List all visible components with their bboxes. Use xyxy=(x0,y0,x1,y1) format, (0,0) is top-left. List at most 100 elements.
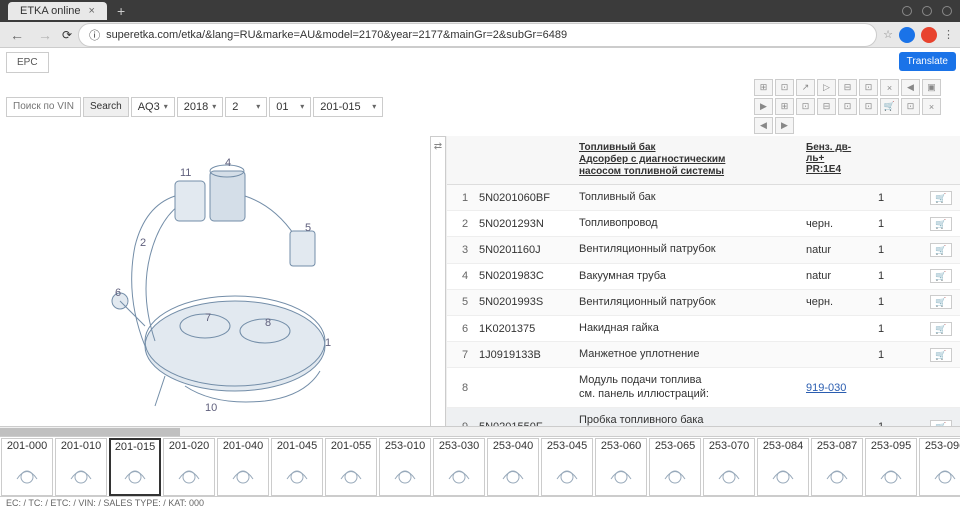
tool-icon[interactable]: ⊡ xyxy=(901,98,920,115)
star-icon[interactable]: ☆ xyxy=(883,28,893,41)
illustration-select[interactable]: 201-015▾ xyxy=(313,97,383,117)
thumbnail[interactable]: 253-045 xyxy=(541,438,593,496)
tool-icon[interactable]: ⊡ xyxy=(775,79,794,96)
thumbnail[interactable]: 201-010 xyxy=(55,438,107,496)
thumbnail[interactable]: 201-000 xyxy=(1,438,53,496)
svg-text:6: 6 xyxy=(115,287,121,299)
tool-icon[interactable]: × xyxy=(880,79,899,96)
new-tab-button[interactable]: + xyxy=(117,3,125,19)
menu-icon[interactable]: ⋮ xyxy=(943,28,954,41)
add-cart-button[interactable]: 🛒 xyxy=(930,348,951,362)
add-cart-button[interactable]: 🛒 xyxy=(930,191,951,205)
browser-titlebar: ETKA online × + xyxy=(0,0,960,22)
ext-icon-2[interactable] xyxy=(921,27,937,43)
page-content: EPC Translate Search AQ3▾ 2018▾ 2▾ 01▾ 2… xyxy=(0,48,960,512)
reload-icon[interactable]: ⟳ xyxy=(62,28,72,42)
thumbnail[interactable]: 253-040 xyxy=(487,438,539,496)
prev-icon[interactable]: ◀ xyxy=(901,79,920,96)
svg-text:2: 2 xyxy=(140,237,146,249)
thumbnail-strip[interactable]: 201-000201-010201-015201-020201-040201-0… xyxy=(0,436,960,496)
back-icon[interactable]: ← xyxy=(6,27,28,43)
thumbnail[interactable]: 201-020 xyxy=(163,438,215,496)
table-row[interactable]: 8Модуль подачи топлива см. панель иллюст… xyxy=(447,368,960,407)
status-bar: EC: / TC: / ETC: / VIN: / SALES TYPE: / … xyxy=(0,496,960,512)
cart-icon[interactable]: 🛒 xyxy=(880,98,899,115)
next-icon[interactable]: ▶ xyxy=(754,98,773,115)
tool-icon[interactable]: ⊞ xyxy=(754,79,773,96)
epc-button[interactable]: EPC xyxy=(6,52,49,73)
close-window-icon[interactable] xyxy=(942,6,952,16)
close-icon[interactable]: × xyxy=(89,5,95,17)
table-row[interactable]: 25N0201293NТопливопроводчерн.1🛒 xyxy=(447,211,960,237)
add-cart-button[interactable]: 🛒 xyxy=(930,217,951,231)
parts-table: Топливный бак Адсорбер с диагностическим… xyxy=(446,136,960,436)
table-row[interactable]: 61K0201375Накидная гайка1🛒 xyxy=(447,316,960,342)
thumbnail[interactable]: 201-040 xyxy=(217,438,269,496)
thumbnail[interactable]: 201-045 xyxy=(271,438,323,496)
thumbnail[interactable]: 253-087 xyxy=(811,438,863,496)
tool-icon[interactable]: ⊡ xyxy=(838,98,857,115)
parts-diagram[interactable]: 1146 257 8110 xyxy=(0,136,430,436)
vin-search-input[interactable] xyxy=(6,97,81,117)
prev-icon[interactable]: ◀ xyxy=(754,117,773,134)
header-desc: Топливный бак Адсорбер с диагностическим… xyxy=(579,142,806,178)
nav-icon[interactable]: ▣ xyxy=(922,79,941,96)
thumbnail[interactable]: 253-096 xyxy=(919,438,960,496)
add-cart-button[interactable]: 🛒 xyxy=(930,295,951,309)
url-input[interactable]: ⓘ superetka.com/etka/&lang=RU&marke=AU&m… xyxy=(78,23,877,47)
group-select[interactable]: 2▾ xyxy=(225,97,267,117)
chevron-down-icon: ▾ xyxy=(212,102,216,111)
thumbnail[interactable]: 253-030 xyxy=(433,438,485,496)
thumbnail[interactable]: 253-070 xyxy=(703,438,755,496)
tool-icon[interactable]: ⊡ xyxy=(859,79,878,96)
tool-icon[interactable]: ⊟ xyxy=(838,79,857,96)
svg-text:8: 8 xyxy=(265,317,271,329)
panel-toggle[interactable]: ⇄ xyxy=(430,136,446,436)
add-cart-button[interactable]: 🛒 xyxy=(930,269,951,283)
address-bar: ← → ⟳ ⓘ superetka.com/etka/&lang=RU&mark… xyxy=(0,22,960,48)
site-info-icon[interactable]: ⓘ xyxy=(89,27,100,43)
chevron-down-icon: ▾ xyxy=(256,102,260,111)
minimize-icon[interactable] xyxy=(902,6,912,16)
svg-text:5: 5 xyxy=(305,222,311,234)
scrollbar-thumb[interactable] xyxy=(0,428,180,436)
browser-tab[interactable]: ETKA online × xyxy=(8,2,107,20)
table-row[interactable]: 71J0919133BМанжетное уплотнение1🛒 xyxy=(447,342,960,368)
chevron-down-icon: ▾ xyxy=(300,102,304,111)
horizontal-scrollbar[interactable] xyxy=(0,426,960,436)
tool-icon[interactable]: ⊡ xyxy=(796,98,815,115)
main-area: 1146 257 8110 ⇄ Топливный бак Адсорбер с… xyxy=(0,136,960,436)
translate-button[interactable]: Translate xyxy=(899,52,956,71)
add-cart-button[interactable]: 🛒 xyxy=(930,243,951,257)
ext-icon-1[interactable] xyxy=(899,27,915,43)
table-row[interactable]: 55N0201993SВентиляционный патрубокчерн.1… xyxy=(447,290,960,316)
search-button[interactable]: Search xyxy=(83,97,129,117)
year-select[interactable]: 2018▾ xyxy=(177,97,224,117)
forward-icon[interactable]: → xyxy=(34,27,56,43)
thumbnail[interactable]: 253-095 xyxy=(865,438,917,496)
tool-icon[interactable]: ▷ xyxy=(817,79,836,96)
thumbnail[interactable]: 253-010 xyxy=(379,438,431,496)
tool-icon[interactable]: ⊡ xyxy=(859,98,878,115)
add-cart-button[interactable]: 🛒 xyxy=(930,322,951,336)
tool-icon[interactable]: ⊟ xyxy=(817,98,836,115)
maximize-icon[interactable] xyxy=(922,6,932,16)
tool-icon[interactable]: × xyxy=(922,98,941,115)
thumbnail[interactable]: 253-065 xyxy=(649,438,701,496)
table-row[interactable]: 45N0201983CВакуумная трубаnatur1🛒 xyxy=(447,264,960,290)
thumbnail[interactable]: 253-084 xyxy=(757,438,809,496)
ref-link[interactable]: 919-030 xyxy=(806,382,846,394)
next-icon[interactable]: ▶ xyxy=(775,117,794,134)
table-row[interactable]: 15N0201060BFТопливный бак1🛒 xyxy=(447,185,960,211)
thumbnail[interactable]: 201-055 xyxy=(325,438,377,496)
subgroup-select[interactable]: 01▾ xyxy=(269,97,311,117)
tool-icon[interactable]: ⊞ xyxy=(775,98,794,115)
diagram-svg: 1146 257 8110 xyxy=(65,146,365,426)
svg-text:4: 4 xyxy=(225,157,231,169)
table-row[interactable]: 35N0201160JВентиляционный патрубокnatur1… xyxy=(447,237,960,263)
thumbnail[interactable]: 253-060 xyxy=(595,438,647,496)
tool-icon[interactable]: ↗ xyxy=(796,79,815,96)
model-select[interactable]: AQ3▾ xyxy=(131,97,175,117)
thumbnail[interactable]: 201-015 xyxy=(109,438,161,496)
toolbar: ⊞⊡↗▷⊟⊡×◀▣▶ ⊞⊡⊟⊡⊡🛒⊡×◀▶ xyxy=(754,79,954,134)
